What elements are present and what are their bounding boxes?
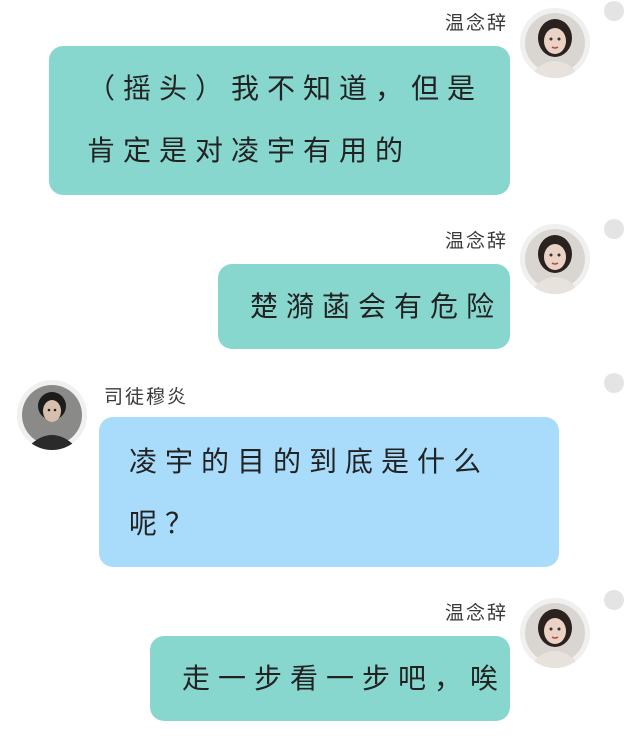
chat-transcript: 温念辞 （摇头）我不知道，但是 肯定是对凌宇有用的 温念辞 楚漪菡会有危险 司徒… [0, 0, 640, 747]
message-line: 楚漪菡会有危险 [250, 290, 503, 323]
sender-name: 温念辞 [444, 230, 508, 252]
female-avatar-icon [520, 598, 590, 668]
message-line: （摇头）我不知道，但是 [87, 72, 484, 105]
message-bubble[interactable]: （摇头）我不知道，但是 肯定是对凌宇有用的 [49, 46, 510, 195]
message-bubble[interactable]: 凌宇的目的到底是什么 呢？ [99, 417, 559, 567]
message-bubble[interactable]: 走一步看一步吧，唉 [150, 636, 510, 721]
message-bubble[interactable]: 楚漪菡会有危险 [218, 264, 510, 349]
female-avatar-icon [520, 224, 590, 294]
select-circle-icon[interactable] [604, 1, 624, 21]
message-line: 凌宇的目的到底是什么 [129, 445, 490, 478]
male-avatar-icon [17, 380, 87, 450]
message-line: 呢？ [129, 507, 202, 540]
avatar[interactable] [17, 380, 87, 450]
message-line: 肯定是对凌宇有用的 [87, 134, 412, 167]
message-line: 走一步看一步吧，唉 [182, 662, 507, 695]
female-avatar-icon [520, 8, 590, 78]
select-circle-icon[interactable] [604, 373, 624, 393]
select-circle-icon[interactable] [604, 219, 624, 239]
sender-name: 温念辞 [444, 602, 508, 624]
avatar[interactable] [520, 224, 590, 294]
avatar[interactable] [520, 598, 590, 668]
avatar[interactable] [520, 8, 590, 78]
sender-name: 温念辞 [444, 12, 508, 34]
sender-name: 司徒穆炎 [104, 386, 189, 408]
select-circle-icon[interactable] [604, 590, 624, 610]
